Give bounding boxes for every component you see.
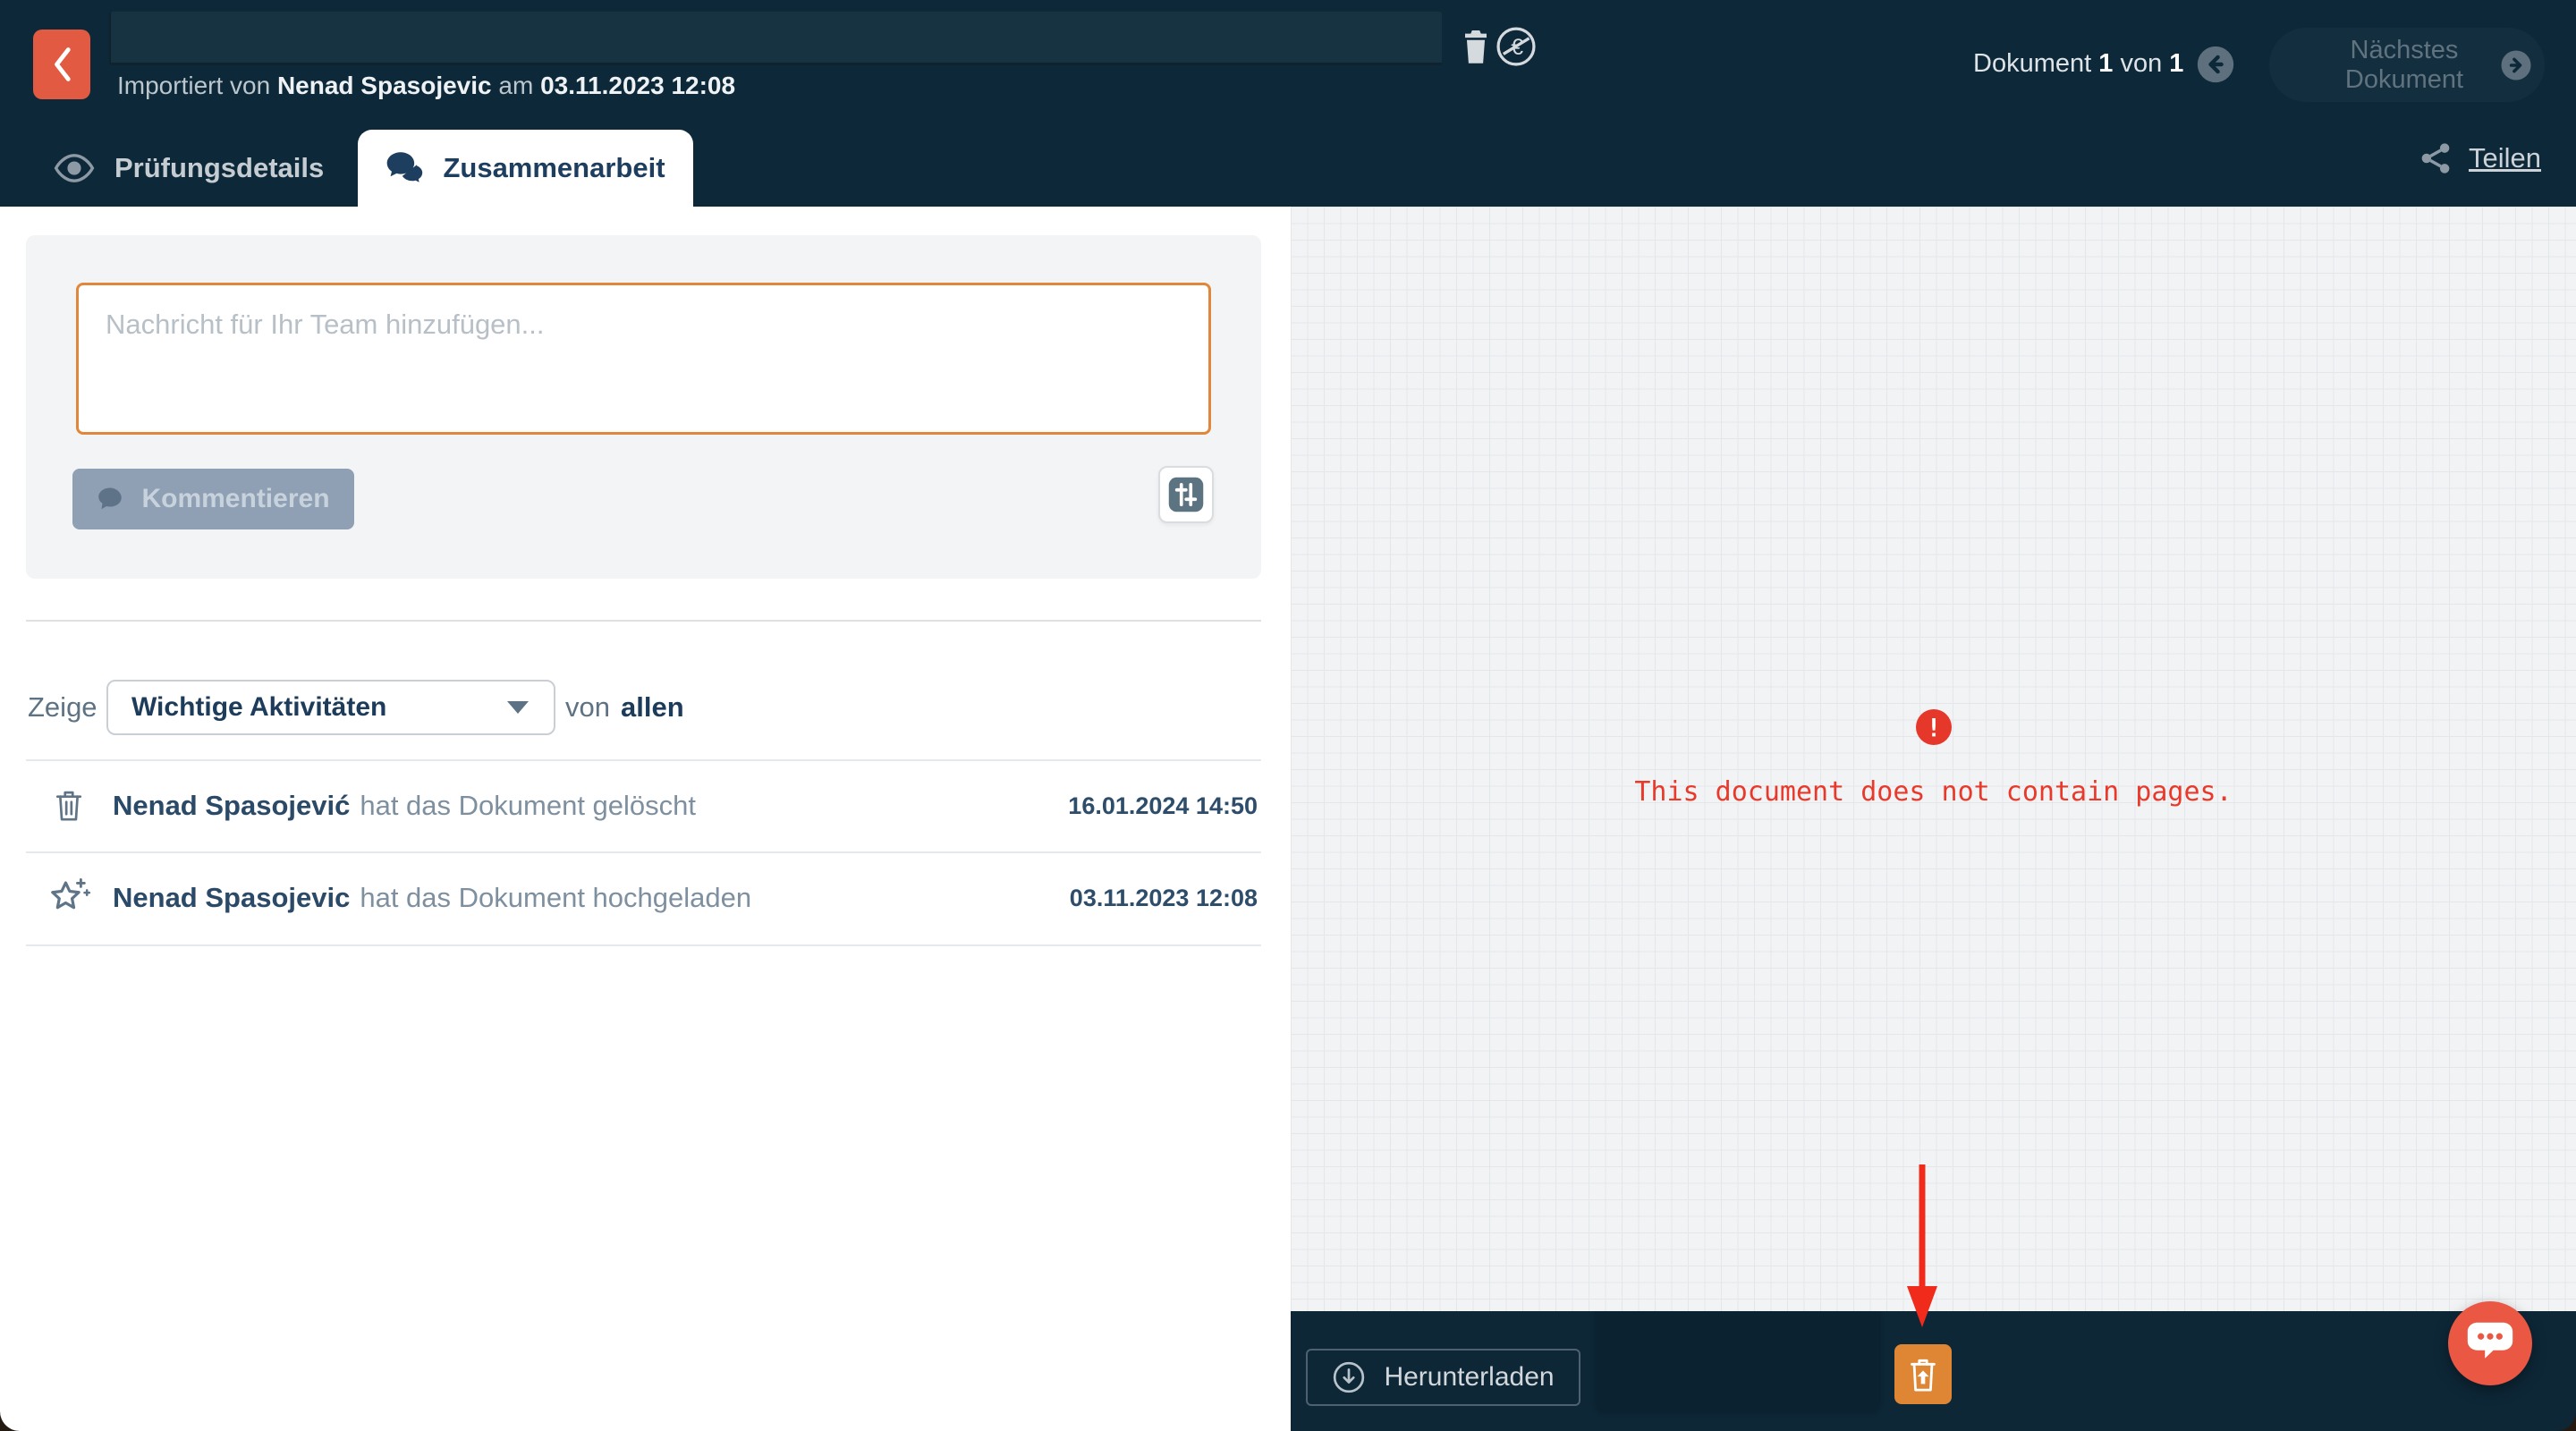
tab-pruefungsdetails-label: Prüfungsdetails xyxy=(114,152,324,184)
activity-actor: Nenad Spasojevic xyxy=(113,882,350,914)
mark-not-invoice-button[interactable]: € xyxy=(1496,26,1537,72)
viewer-error-message: This document does not contain pages. xyxy=(1291,776,2576,808)
collaboration-panel: Kommentieren Zeige Wichtige Aktivitäten … xyxy=(0,207,1291,1431)
imported-datetime: 03.11.2023 12:08 xyxy=(540,72,735,99)
download-icon xyxy=(1332,1360,1366,1394)
trash-icon xyxy=(1460,28,1492,65)
chat-bubble-dots-icon xyxy=(2462,1317,2518,1369)
tab-pruefungsdetails[interactable]: Prüfungsdetails xyxy=(54,130,324,207)
restore-trash-icon xyxy=(1906,1356,1940,1393)
activity-text: Nenad Spasojević hat das Dokument gelösc… xyxy=(113,760,696,851)
chevron-left-icon xyxy=(48,45,75,84)
activity-actor: Nenad Spasojević xyxy=(113,790,350,822)
document-counter: Dokument 1 von 1 xyxy=(1973,49,2183,79)
composer-options-button[interactable] xyxy=(1158,466,1214,523)
header-bar: Importiert von Nenad Spasojevic am 03.11… xyxy=(0,0,2576,207)
sparkle-star-icon xyxy=(47,876,91,920)
next-document-button[interactable]: Nächstes Dokument xyxy=(2269,28,2545,102)
activity-row-deleted: Nenad Spasojević hat das Dokument gelösc… xyxy=(0,760,1291,851)
activity-timestamp: 03.11.2023 12:08 xyxy=(1070,852,1258,944)
counter-label: Dokument xyxy=(1973,49,2091,78)
window-corner xyxy=(0,1411,20,1431)
document-viewer: ! This document does not contain pages. xyxy=(1291,207,2576,1311)
counter-current: 1 xyxy=(2098,49,2113,78)
sliders-icon xyxy=(1167,476,1205,513)
viewer-toolbar: Herunterladen xyxy=(1291,1311,2576,1431)
download-label: Herunterladen xyxy=(1384,1362,1554,1393)
delete-document-button[interactable] xyxy=(1460,28,1492,70)
imported-prefix: Importiert von xyxy=(117,72,270,99)
next-document-label: Nächstes Dokument xyxy=(2309,36,2500,95)
filter-of-value[interactable]: allen xyxy=(621,680,684,735)
toolbar-popover-shadow xyxy=(1595,1311,1881,1411)
share-icon xyxy=(2419,141,2453,175)
imported-user-name: Nenad Spasojevic xyxy=(277,72,492,99)
eye-icon xyxy=(54,153,95,183)
previous-document-button[interactable] xyxy=(2196,45,2235,84)
comment-input[interactable] xyxy=(76,283,1211,435)
activity-timestamp: 16.01.2024 14:50 xyxy=(1068,760,1258,851)
row-divider xyxy=(26,944,1261,946)
restore-document-button[interactable] xyxy=(1894,1344,1952,1404)
share-label: Teilen xyxy=(2469,142,2541,174)
activity-row-uploaded: Nenad Spasojevic hat das Dokument hochge… xyxy=(0,852,1291,944)
comment-submit-button[interactable]: Kommentieren xyxy=(72,469,354,529)
support-chat-button[interactable] xyxy=(2448,1301,2532,1385)
activity-filter-value: Wichtige Aktivitäten xyxy=(131,692,386,723)
activity-text: Nenad Spasojevic hat das Dokument hochge… xyxy=(113,852,751,944)
activity-action: hat das Dokument hochgeladen xyxy=(360,882,751,914)
filter-show-label: Zeige xyxy=(28,680,97,735)
activity-action: hat das Dokument gelöscht xyxy=(360,790,696,822)
circle-arrow-left-icon xyxy=(2196,45,2235,84)
section-divider xyxy=(26,620,1261,622)
circle-arrow-right-icon xyxy=(2500,46,2532,85)
tab-zusammenarbeit-label: Zusammenarbeit xyxy=(443,152,665,184)
back-button[interactable] xyxy=(33,30,90,99)
counter-of: von xyxy=(2120,49,2162,78)
imported-connector: am xyxy=(498,72,533,99)
imported-info: Importiert von Nenad Spasojevic am 03.11… xyxy=(117,72,735,100)
trash-icon xyxy=(54,786,84,826)
comment-submit-label: Kommentieren xyxy=(141,484,329,514)
counter-total: 1 xyxy=(2169,49,2183,78)
speech-bubble-icon xyxy=(97,486,123,512)
window-corner xyxy=(2556,1411,2576,1431)
document-title-input[interactable] xyxy=(109,12,1442,65)
download-button[interactable]: Herunterladen xyxy=(1306,1349,1580,1406)
filter-of-label: von xyxy=(565,680,610,735)
share-button[interactable]: Teilen xyxy=(2419,141,2541,175)
no-euro-icon: € xyxy=(1496,26,1537,67)
tab-zusammenarbeit[interactable]: Zusammenarbeit xyxy=(358,130,693,207)
error-icon: ! xyxy=(1916,709,1952,745)
activity-filter-select[interactable]: Wichtige Aktivitäten xyxy=(106,680,555,735)
chevron-down-icon xyxy=(507,701,529,714)
chat-bubbles-icon xyxy=(386,150,425,186)
